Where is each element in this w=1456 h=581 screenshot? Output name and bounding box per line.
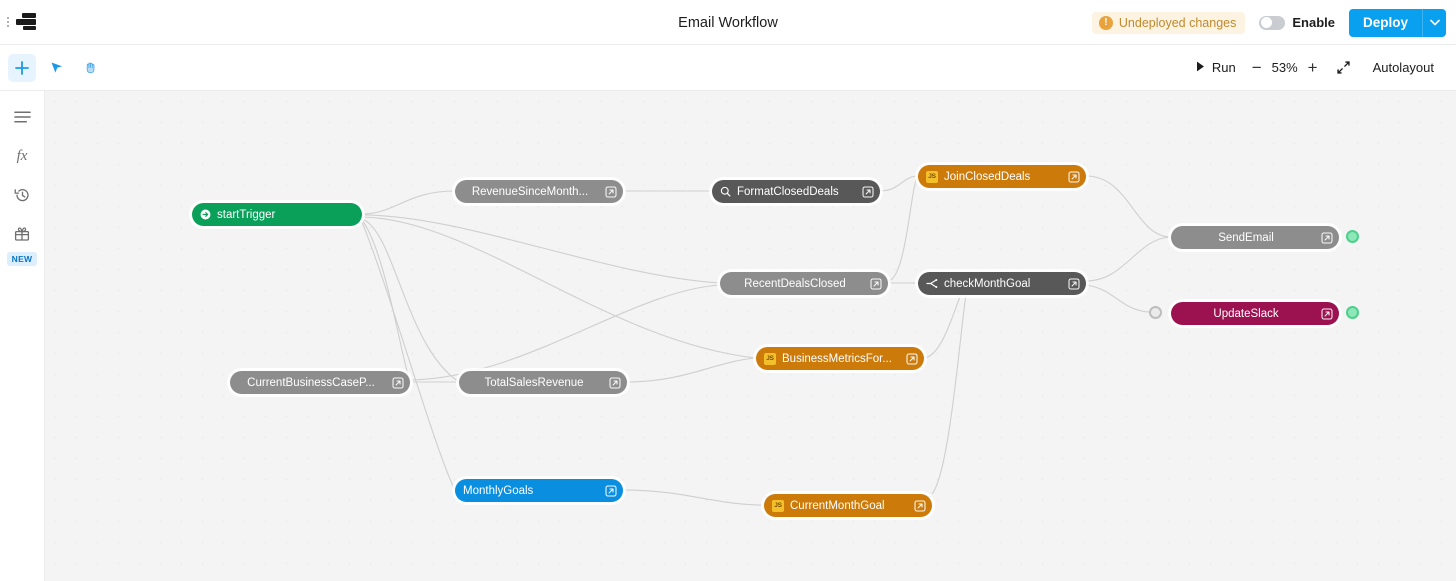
function-icon-label: fx: [16, 147, 28, 164]
workflow-node-BusinessMetricsFor[interactable]: JS BusinessMetricsFor...: [756, 347, 924, 370]
workflow-node-label: JoinClosedDeals: [944, 170, 1031, 183]
cursor-icon[interactable]: [42, 54, 70, 82]
update-slack-output-endpoint[interactable]: [1346, 306, 1359, 319]
left-sidebar: fx NEW: [0, 91, 45, 581]
workflow-node-FormatClosedDeals[interactable]: FormatClosedDeals: [712, 180, 880, 203]
zoom-out-button[interactable]: −: [1246, 59, 1268, 76]
workflow-logo-icon[interactable]: [15, 11, 41, 33]
enable-toggle[interactable]: [1259, 15, 1286, 30]
deploy-button[interactable]: Deploy: [1348, 8, 1422, 37]
javascript-badge-icon: JS: [764, 352, 776, 365]
history-icon[interactable]: [9, 183, 35, 207]
open-node-icon[interactable]: [906, 352, 918, 365]
function-icon[interactable]: fx: [9, 144, 35, 168]
plus-icon[interactable]: [8, 53, 36, 82]
open-node-icon[interactable]: [605, 484, 617, 497]
fit-to-screen-icon[interactable]: [1324, 53, 1363, 83]
workflow-node-label: CurrentMonthGoal: [790, 499, 885, 512]
workflow-node-label: RevenueSinceMonth...: [471, 185, 589, 198]
javascript-badge-icon: JS: [926, 170, 938, 183]
deploy-button-group: Deploy: [1348, 8, 1446, 37]
open-node-icon[interactable]: [862, 185, 874, 198]
workflow-node-CurrentMonthGoal[interactable]: JS CurrentMonthGoal: [764, 494, 932, 517]
workflow-node-JoinClosedDeals[interactable]: JS JoinClosedDeals: [918, 165, 1086, 188]
workflow-node-RevenueSinceMonth[interactable]: RevenueSinceMonth...: [455, 180, 623, 203]
workflow-node-RecentDealsClosed[interactable]: RecentDealsClosed: [720, 272, 888, 295]
open-node-icon[interactable]: [392, 376, 404, 389]
workflow-node-label: SendEmail: [1218, 231, 1274, 244]
workflow-node-SendEmail[interactable]: SendEmail: [1171, 226, 1339, 249]
open-node-icon[interactable]: [1321, 231, 1333, 244]
workflow-node-UpdateSlack[interactable]: UpdateSlack: [1171, 302, 1339, 325]
open-node-icon[interactable]: [609, 376, 621, 389]
workflow-node-MonthlyGoals[interactable]: MonthlyGoals: [455, 479, 623, 502]
zoom-in-button[interactable]: +: [1302, 59, 1324, 76]
enable-label: Enable: [1292, 15, 1335, 30]
workflow-node-startTrigger[interactable]: startTrigger: [192, 203, 362, 226]
hand-icon[interactable]: [76, 54, 104, 82]
workflow-node-label: MonthlyGoals: [463, 484, 534, 497]
toolbar-tools: [0, 53, 104, 82]
undeployed-changes-label: Undeployed changes: [1118, 15, 1237, 30]
workflow-editor: Email Workflow ! Undeployed changes Enab…: [0, 0, 1456, 581]
workflow-node-label: RecentDealsClosed: [744, 277, 846, 290]
workflow-node-TotalSalesRevenue[interactable]: TotalSalesRevenue: [459, 371, 627, 394]
open-node-icon[interactable]: [1068, 170, 1080, 183]
header-actions: ! Undeployed changes Enable Deploy: [1091, 0, 1446, 45]
deploy-options-chevron-down-icon[interactable]: [1422, 8, 1446, 37]
branch-icon: [926, 278, 938, 289]
open-node-icon[interactable]: [914, 499, 926, 512]
open-node-icon[interactable]: [1321, 307, 1333, 320]
trigger-arrow-icon: [200, 209, 211, 220]
zoom-level-label[interactable]: 53%: [1268, 60, 1302, 75]
workflow-node-label: checkMonthGoal: [944, 277, 1031, 290]
gift-icon[interactable]: [9, 222, 35, 246]
play-icon: [1196, 60, 1205, 75]
run-button[interactable]: Run: [1186, 53, 1246, 83]
enable-toggle-group[interactable]: Enable: [1259, 15, 1335, 30]
open-node-icon[interactable]: [605, 185, 617, 198]
javascript-badge-icon: JS: [772, 499, 784, 512]
sidebar-new-badge: NEW: [6, 252, 38, 266]
undeployed-changes-badge[interactable]: ! Undeployed changes: [1091, 11, 1246, 34]
open-node-icon[interactable]: [870, 277, 882, 290]
workflow-node-label: UpdateSlack: [1213, 307, 1279, 320]
toolbar-view-controls: Run − 53% + Autolayout: [1186, 53, 1444, 83]
workflow-node-label: BusinessMetricsFor...: [782, 352, 892, 365]
canvas-toolbar: Run − 53% + Autolayout: [0, 45, 1456, 91]
list-icon[interactable]: [9, 105, 35, 129]
workflow-canvas[interactable]: startTrigger RevenueSinceMonth... FormatCl…: [45, 91, 1456, 581]
workflow-node-label: TotalSalesRevenue: [484, 376, 584, 389]
top-header-bar: Email Workflow ! Undeployed changes Enab…: [0, 0, 1456, 45]
workflow-node-label: FormatClosedDeals: [737, 185, 839, 198]
autolayout-button[interactable]: Autolayout: [1363, 53, 1444, 83]
run-label: Run: [1211, 60, 1236, 75]
workflow-node-label: CurrentBusinessCaseP...: [247, 376, 375, 389]
update-slack-input-endpoint[interactable]: [1149, 306, 1162, 319]
open-node-icon[interactable]: [1068, 277, 1080, 290]
header-brand: [0, 11, 41, 33]
send-email-output-endpoint[interactable]: [1346, 230, 1359, 243]
magnifier-icon: [720, 186, 731, 197]
warning-icon: !: [1098, 15, 1113, 30]
workflow-node-CurrentBusinessCaseP[interactable]: CurrentBusinessCaseP...: [230, 371, 410, 394]
workflow-node-checkMonthGoal[interactable]: checkMonthGoal: [918, 272, 1086, 295]
workflow-node-label: startTrigger: [217, 208, 276, 221]
connection-edges: [361, 175, 1172, 506]
drag-handle-icon[interactable]: [7, 17, 11, 27]
